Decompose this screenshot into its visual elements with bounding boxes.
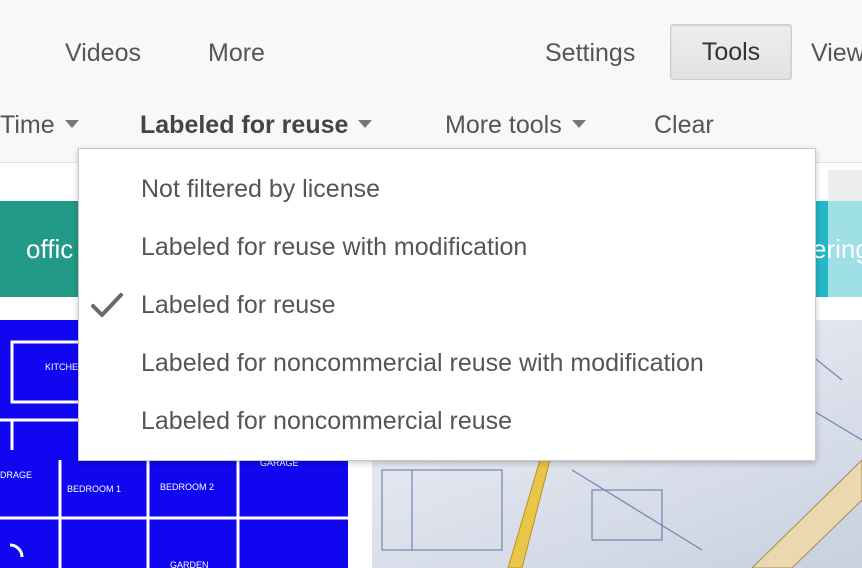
- related-search-chip-right-label: ering: [812, 234, 862, 264]
- menu-item-label: Labeled for noncommercial reuse: [141, 407, 513, 435]
- nav-tab-more[interactable]: More: [208, 38, 265, 68]
- floorplan-label: BEDROOM 1: [67, 484, 121, 494]
- menu-item-noncommercial-reuse[interactable]: Labeled for noncommercial reuse: [79, 393, 815, 451]
- license-dropdown-menu: Not filtered by license Labeled for reus…: [78, 148, 816, 461]
- more-tools-filter[interactable]: More tools: [445, 110, 586, 140]
- time-filter[interactable]: Time: [0, 110, 79, 140]
- caret-down-icon: [571, 120, 586, 129]
- menu-item-reuse-with-modification[interactable]: Labeled for reuse with modification: [79, 219, 815, 277]
- license-filter[interactable]: Labeled for reuse: [140, 110, 373, 140]
- menu-item-not-filtered[interactable]: Not filtered by license: [79, 161, 815, 219]
- time-filter-label: Time: [0, 111, 55, 139]
- floorplan-label: DRAGE: [0, 470, 32, 480]
- caret-down-icon: [358, 120, 373, 129]
- menu-item-noncommercial-with-modification[interactable]: Labeled for noncommercial reuse with mod…: [79, 335, 815, 393]
- menu-item-label: Not filtered by license: [141, 175, 381, 203]
- related-search-chip-label: offic: [26, 234, 74, 264]
- menu-item-label: Labeled for reuse: [141, 291, 336, 319]
- menu-item-label: Labeled for reuse with modification: [141, 233, 528, 261]
- more-tools-label: More tools: [445, 111, 562, 139]
- nav-tab-view[interactable]: View: [811, 38, 862, 68]
- floorplan-label: GARDEN: [170, 560, 209, 568]
- check-icon: [91, 293, 123, 317]
- menu-item-label: Labeled for noncommercial reuse with mod…: [141, 349, 704, 377]
- license-filter-label: Labeled for reuse: [140, 111, 349, 139]
- menu-item-reuse[interactable]: Labeled for reuse: [79, 277, 815, 335]
- clear-filters-link[interactable]: Clear: [654, 110, 714, 140]
- settings-link[interactable]: Settings: [545, 38, 635, 68]
- floorplan-label: BEDROOM 2: [160, 482, 214, 492]
- caret-down-icon: [64, 120, 79, 129]
- nav-tab-videos[interactable]: Videos: [65, 38, 141, 68]
- tools-button[interactable]: Tools: [670, 24, 792, 80]
- result-strip: [828, 170, 862, 201]
- search-top-bar: Videos More Settings Tools View Time Lab…: [0, 0, 862, 163]
